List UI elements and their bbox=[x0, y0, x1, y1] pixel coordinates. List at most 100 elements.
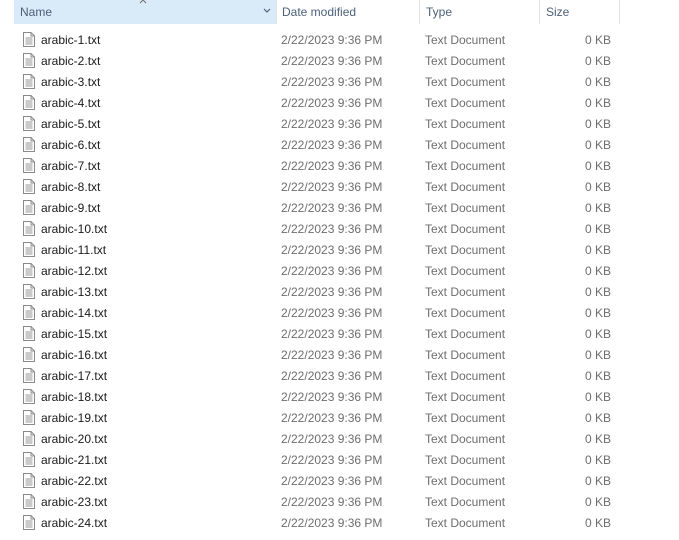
file-type: Text Document bbox=[425, 453, 506, 467]
file-name[interactable]: arabic-24.txt bbox=[41, 513, 107, 534]
file-row[interactable]: arabic-18.txt 2/22/2023 9:36 PM Text Docum… bbox=[0, 387, 679, 408]
file-row[interactable]: arabic-11.txt 2/22/2023 9:36 PM Text Docum… bbox=[0, 240, 679, 261]
file-size: 0 KB bbox=[584, 474, 611, 488]
chevron-down-icon[interactable] bbox=[262, 6, 272, 16]
file-name[interactable]: arabic-6.txt bbox=[41, 135, 100, 156]
file-name[interactable]: arabic-20.txt bbox=[41, 429, 107, 450]
text-file-icon bbox=[23, 95, 35, 110]
file-date-modified: 2/22/2023 9:36 PM bbox=[281, 432, 383, 446]
file-type: Text Document bbox=[425, 474, 506, 488]
file-size: 0 KB bbox=[584, 75, 611, 89]
file-type: Text Document bbox=[425, 33, 506, 47]
file-type: Text Document bbox=[425, 432, 506, 446]
file-date-modified: 2/22/2023 9:36 PM bbox=[281, 390, 383, 404]
file-row[interactable]: arabic-20.txt 2/22/2023 9:36 PM Text Docum… bbox=[0, 429, 679, 450]
file-type: Text Document bbox=[425, 264, 506, 278]
text-file-icon bbox=[23, 74, 35, 89]
file-name[interactable]: arabic-14.txt bbox=[41, 303, 107, 324]
file-name[interactable]: arabic-7.txt bbox=[41, 156, 100, 177]
file-row[interactable]: arabic-5.txt 2/22/2023 9:36 PM Text Docume… bbox=[0, 114, 679, 135]
file-type: Text Document bbox=[425, 159, 506, 173]
file-type: Text Document bbox=[425, 327, 506, 341]
file-date-modified: 2/22/2023 9:36 PM bbox=[281, 222, 383, 236]
file-row[interactable]: arabic-9.txt 2/22/2023 9:36 PM Text Docume… bbox=[0, 198, 679, 219]
text-file-icon bbox=[23, 284, 35, 299]
file-type: Text Document bbox=[425, 411, 506, 425]
file-date-modified: 2/22/2023 9:36 PM bbox=[281, 33, 383, 47]
file-size: 0 KB bbox=[584, 516, 611, 530]
file-size: 0 KB bbox=[584, 369, 611, 383]
column-header-date-label: Date modified bbox=[282, 5, 357, 19]
file-name[interactable]: arabic-10.txt bbox=[41, 219, 107, 240]
text-file-icon bbox=[23, 326, 35, 341]
text-file-icon bbox=[23, 473, 35, 488]
file-date-modified: 2/22/2023 9:36 PM bbox=[281, 201, 383, 215]
file-name[interactable]: arabic-2.txt bbox=[41, 51, 100, 72]
file-row[interactable]: arabic-14.txt 2/22/2023 9:36 PM Text Docum… bbox=[0, 303, 679, 324]
file-date-modified: 2/22/2023 9:36 PM bbox=[281, 138, 383, 152]
file-row[interactable]: arabic-19.txt 2/22/2023 9:36 PM Text Docum… bbox=[0, 408, 679, 429]
file-name[interactable]: arabic-12.txt bbox=[41, 261, 107, 282]
file-date-modified: 2/22/2023 9:36 PM bbox=[281, 369, 383, 383]
file-name[interactable]: arabic-15.txt bbox=[41, 324, 107, 345]
file-name[interactable]: arabic-11.txt bbox=[41, 240, 106, 261]
file-name[interactable]: arabic-16.txt bbox=[41, 345, 107, 366]
file-row[interactable]: arabic-8.txt 2/22/2023 9:36 PM Text Docume… bbox=[0, 177, 679, 198]
text-file-icon bbox=[23, 32, 35, 47]
column-divider[interactable] bbox=[619, 0, 620, 24]
file-type: Text Document bbox=[425, 54, 506, 68]
file-row[interactable]: arabic-2.txt 2/22/2023 9:36 PM Text Docume… bbox=[0, 51, 679, 72]
column-header-type[interactable]: Type bbox=[420, 0, 539, 24]
file-name[interactable]: arabic-9.txt bbox=[41, 198, 100, 219]
file-name[interactable]: arabic-3.txt bbox=[41, 72, 100, 93]
column-header-date-modified[interactable]: Date modified bbox=[276, 0, 419, 24]
file-row[interactable]: arabic-22.txt 2/22/2023 9:36 PM Text Docum… bbox=[0, 471, 679, 492]
file-row[interactable]: arabic-24.txt 2/22/2023 9:36 PM Text Docum… bbox=[0, 513, 679, 534]
file-name[interactable]: arabic-21.txt bbox=[41, 450, 107, 471]
file-size: 0 KB bbox=[584, 327, 611, 341]
file-row[interactable]: arabic-4.txt 2/22/2023 9:36 PM Text Docume… bbox=[0, 93, 679, 114]
file-row[interactable]: arabic-15.txt 2/22/2023 9:36 PM Text Docum… bbox=[0, 324, 679, 345]
file-size: 0 KB bbox=[584, 285, 611, 299]
file-date-modified: 2/22/2023 9:36 PM bbox=[281, 180, 383, 194]
text-file-icon bbox=[23, 221, 35, 236]
file-row[interactable]: arabic-7.txt 2/22/2023 9:36 PM Text Docume… bbox=[0, 156, 679, 177]
file-size: 0 KB bbox=[584, 180, 611, 194]
file-name[interactable]: arabic-17.txt bbox=[41, 366, 107, 387]
file-date-modified: 2/22/2023 9:36 PM bbox=[281, 75, 383, 89]
file-name[interactable]: arabic-22.txt bbox=[41, 471, 107, 492]
file-size: 0 KB bbox=[584, 201, 611, 215]
file-row[interactable]: arabic-10.txt 2/22/2023 9:36 PM Text Docum… bbox=[0, 219, 679, 240]
column-header-name-label: Name bbox=[20, 5, 53, 19]
file-row[interactable]: arabic-6.txt 2/22/2023 9:36 PM Text Docume… bbox=[0, 135, 679, 156]
file-row[interactable]: arabic-16.txt 2/22/2023 9:36 PM Text Docum… bbox=[0, 345, 679, 366]
file-type: Text Document bbox=[425, 117, 506, 131]
file-type: Text Document bbox=[425, 96, 506, 110]
file-date-modified: 2/22/2023 9:36 PM bbox=[281, 54, 383, 68]
text-file-icon bbox=[23, 494, 35, 509]
file-row[interactable]: arabic-21.txt 2/22/2023 9:36 PM Text Docum… bbox=[0, 450, 679, 471]
file-name[interactable]: arabic-23.txt bbox=[41, 492, 107, 513]
file-row[interactable]: arabic-1.txt 2/22/2023 9:36 PM Text Docume… bbox=[0, 30, 679, 51]
file-size: 0 KB bbox=[584, 117, 611, 131]
file-row[interactable]: arabic-23.txt 2/22/2023 9:36 PM Text Docum… bbox=[0, 492, 679, 513]
text-file-icon bbox=[23, 347, 35, 362]
file-name[interactable]: arabic-1.txt bbox=[41, 30, 100, 51]
text-file-icon bbox=[23, 389, 35, 404]
file-type: Text Document bbox=[425, 516, 506, 530]
file-name[interactable]: arabic-5.txt bbox=[41, 114, 100, 135]
text-file-icon bbox=[23, 158, 35, 173]
file-name[interactable]: arabic-19.txt bbox=[41, 408, 107, 429]
file-size: 0 KB bbox=[584, 222, 611, 236]
text-file-icon bbox=[23, 452, 35, 467]
file-row[interactable]: arabic-3.txt 2/22/2023 9:36 PM Text Docume… bbox=[0, 72, 679, 93]
file-name[interactable]: arabic-13.txt bbox=[41, 282, 107, 303]
file-name[interactable]: arabic-8.txt bbox=[41, 177, 100, 198]
file-name[interactable]: arabic-18.txt bbox=[41, 387, 107, 408]
column-header-size[interactable]: Size bbox=[540, 0, 619, 24]
file-name[interactable]: arabic-4.txt bbox=[41, 93, 100, 114]
file-row[interactable]: arabic-13.txt 2/22/2023 9:36 PM Text Docum… bbox=[0, 282, 679, 303]
file-row[interactable]: arabic-12.txt 2/22/2023 9:36 PM Text Docum… bbox=[0, 261, 679, 282]
file-row[interactable]: arabic-17.txt 2/22/2023 9:36 PM Text Docum… bbox=[0, 366, 679, 387]
file-type: Text Document bbox=[425, 369, 506, 383]
